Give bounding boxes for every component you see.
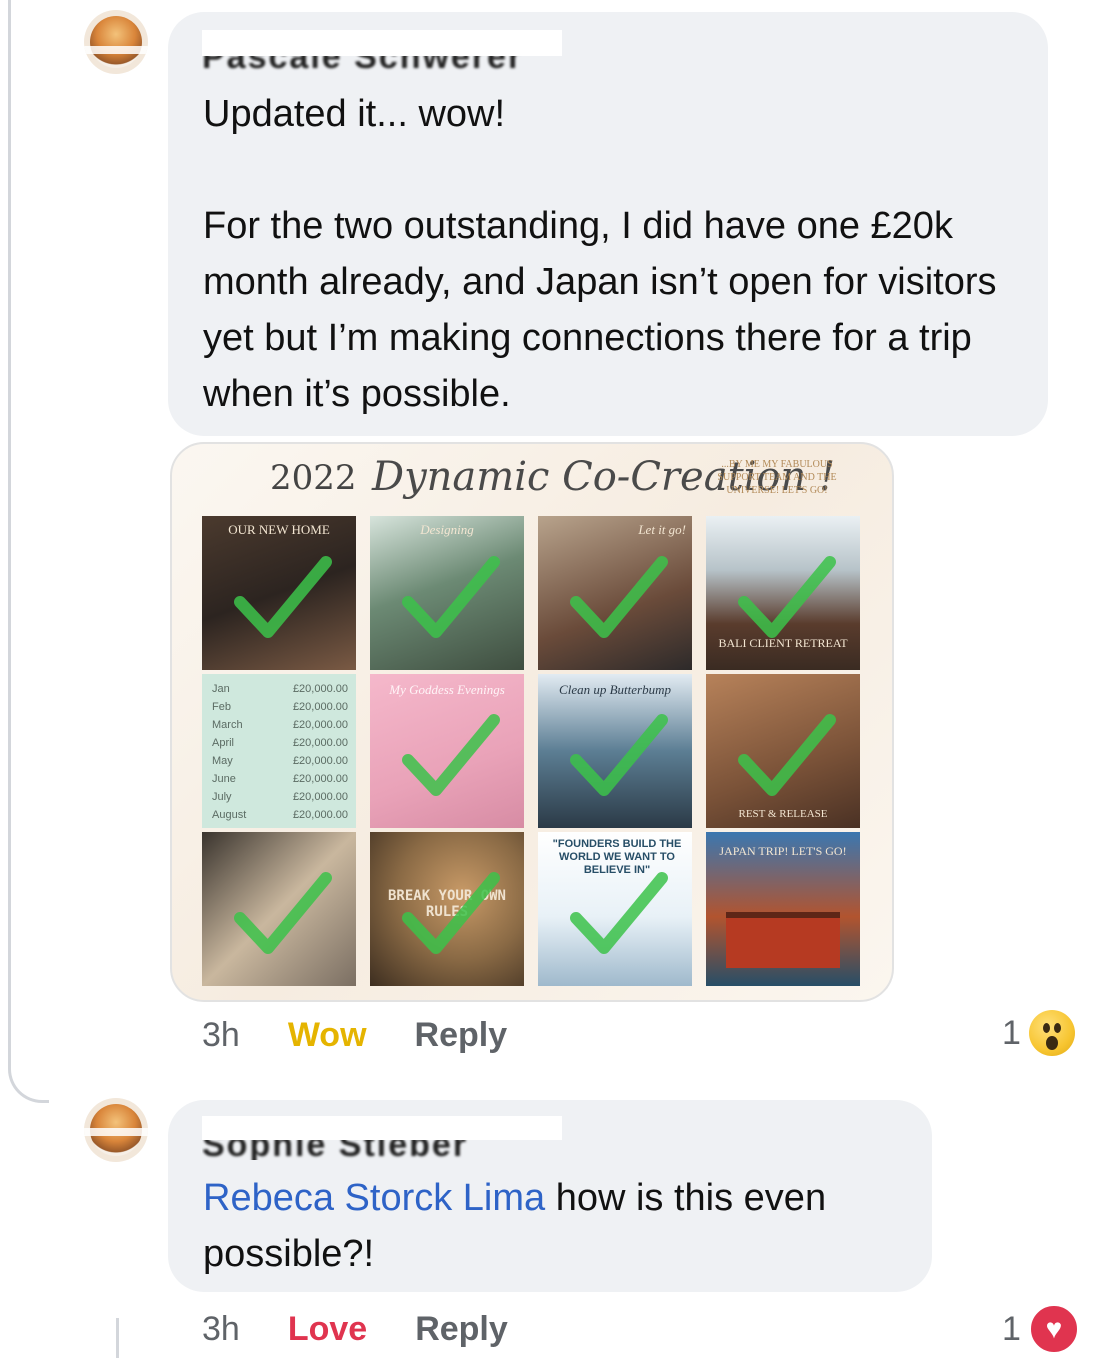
check-mark-icon <box>570 872 668 954</box>
tile-caption: Let it go! <box>638 522 686 537</box>
comment-author[interactable]: Sophie Stieber <box>202 1116 562 1160</box>
reaction-count: 1 <box>1002 1013 1021 1052</box>
comment-line: Updated it... wow! <box>203 93 506 135</box>
vision-board-note: ...BY ME MY FABULOUS SUPPORT TEAM AND TH… <box>717 459 837 496</box>
tile-caption: OUR NEW HOME <box>228 522 330 537</box>
income-ledger: Jan £20,000.00 Feb £20,000.00 March £20,000… <box>212 680 348 824</box>
comment-line: For the two outstanding, I did have one … <box>203 205 997 415</box>
vision-tile: JAPAN TRIP! LET'S GO! <box>706 832 860 986</box>
avatar[interactable] <box>84 1098 148 1162</box>
vision-tile: OUR NEW HOME <box>202 516 356 670</box>
avatar-image <box>90 16 142 68</box>
vision-tile <box>202 832 356 986</box>
check-mark-icon <box>234 556 332 638</box>
vision-tile: REST & RELEASE <box>706 674 860 828</box>
ledger-row: July £20,000.00 <box>212 791 348 803</box>
check-mark-icon <box>570 556 668 638</box>
vision-tile: Let it go! <box>538 516 692 670</box>
ledger-row: Jan £20,000.00 <box>212 683 348 695</box>
temple-shape <box>726 912 840 968</box>
comment-author[interactable]: Pascale Schwerer <box>202 30 562 74</box>
vision-tile: BALI CLIENT RETREAT <box>706 516 860 670</box>
avatar[interactable] <box>84 10 148 74</box>
check-mark-icon <box>234 872 332 954</box>
reaction-summary[interactable]: 1 <box>1002 1010 1075 1056</box>
check-mark-icon <box>402 556 500 638</box>
tile-caption: Clean up Butterbump <box>559 682 671 697</box>
vision-board-year: 2022 <box>270 458 357 498</box>
ledger-row: March £20,000.00 <box>212 719 348 731</box>
vision-tile: "FOUNDERS BUILD THE WORLD WE WANT TO BEL… <box>538 832 692 986</box>
vision-tile: BREAK YOUR OWN RULES <box>370 832 524 986</box>
name-redaction <box>202 1116 562 1140</box>
tile-caption: My Goddess Evenings <box>389 682 505 697</box>
name-redaction <box>202 30 562 56</box>
ledger-row: Feb £20,000.00 <box>212 701 348 713</box>
heart-icon: ♥ <box>1028 1304 1079 1354</box>
reply-thread-connector-lower <box>116 1318 119 1358</box>
avatar-redaction <box>84 1128 148 1136</box>
react-button[interactable]: Love <box>288 1310 367 1349</box>
comment-actions: 3h Wow Reply <box>202 1010 507 1060</box>
vision-tile: Designing <box>370 516 524 670</box>
check-mark-icon <box>738 714 836 796</box>
reply-button[interactable]: Reply <box>415 1016 508 1055</box>
vision-tile: Clean up Butterbump <box>538 674 692 828</box>
mention-link[interactable]: Rebeca Storck Lima <box>203 1177 545 1219</box>
comment-body: Rebeca Storck Lima how is this even poss… <box>203 1170 923 1282</box>
comment-body: Updated it... wow! For the two outstandi… <box>203 86 1033 422</box>
react-button[interactable]: Wow <box>288 1016 367 1055</box>
reply-thread-connector <box>8 0 49 1103</box>
ledger-row: June £20,000.00 <box>212 773 348 785</box>
ledger-row: April £20,000.00 <box>212 737 348 749</box>
check-mark-icon <box>570 714 668 796</box>
tile-caption: Designing <box>420 522 474 537</box>
avatar-redaction <box>84 46 148 54</box>
comment-actions: 3h Love Reply <box>202 1304 508 1354</box>
tile-caption: JAPAN TRIP! LET'S GO! <box>719 844 847 858</box>
reaction-summary[interactable]: 1 ♥ <box>1002 1304 1079 1354</box>
reaction-count: 1 <box>1002 1309 1021 1348</box>
vision-board-grid: OUR NEW HOME Designing Let it go! BALI C… <box>202 516 862 988</box>
wow-emoji-icon <box>1028 1010 1075 1056</box>
vision-tile: Jan £20,000.00 Feb £20,000.00 March £20,000… <box>202 674 356 828</box>
reply-button[interactable]: Reply <box>415 1310 508 1349</box>
comment-image-attachment[interactable]: 2022 Dynamic Co-Creation ! ...BY ME MY F… <box>170 442 894 1002</box>
comment-timestamp[interactable]: 3h <box>202 1310 240 1349</box>
check-mark-icon <box>738 556 836 638</box>
check-mark-icon <box>402 872 500 954</box>
ledger-row: August £20,000.00 <box>212 809 348 821</box>
tile-caption: REST & RELEASE <box>738 808 828 820</box>
vision-tile: My Goddess Evenings <box>370 674 524 828</box>
ledger-row: May £20,000.00 <box>212 755 348 767</box>
check-mark-icon <box>402 714 500 796</box>
comment-timestamp[interactable]: 3h <box>202 1016 240 1055</box>
